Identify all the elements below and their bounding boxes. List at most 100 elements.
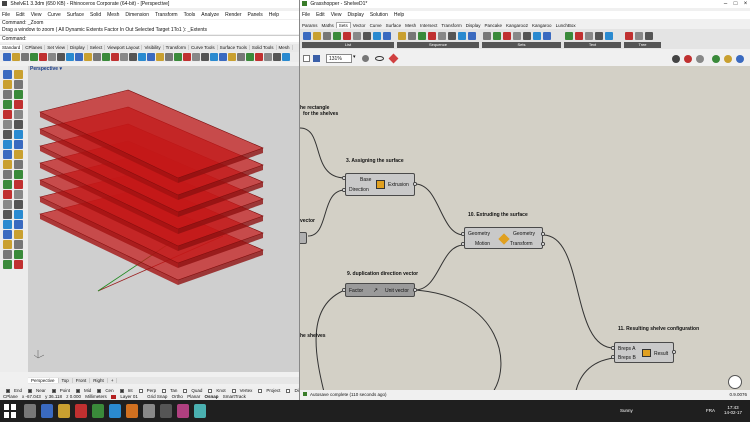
taskbar-app-icon[interactable] [24,404,36,418]
gh-component-icon[interactable] [635,32,643,40]
left-tool-icon[interactable] [3,80,12,89]
gh-component-icon[interactable] [383,32,391,40]
osnap-checkbox[interactable] [208,389,213,393]
osnap-item[interactable]: Project [255,388,280,393]
toolbar-tool-icon[interactable] [48,53,56,61]
gh-component-icon[interactable] [418,32,426,40]
left-tool-icon[interactable] [3,220,12,229]
move-component[interactable]: Geometry Motion Geometry Transform [464,227,543,249]
gh-component-icon[interactable] [585,32,593,40]
left-tool-icon[interactable] [3,210,12,219]
toolbar-tool-icon[interactable] [30,53,38,61]
left-tool-icon[interactable] [3,130,12,139]
status-ortho[interactable]: Ortho [172,394,183,399]
osnap-checkbox[interactable] [51,389,56,393]
globe-color-icon[interactable] [724,55,732,63]
view-tab[interactable]: Perspective [28,378,59,383]
gh-component-icon[interactable] [523,32,531,40]
taskbar-app-icon[interactable] [143,404,155,418]
display-shaded-icon[interactable] [672,55,680,63]
osnap-item[interactable]: End [3,388,22,393]
move-input-geometry[interactable]: Geometry [468,231,490,237]
status-planar[interactable]: Planar [187,394,200,399]
gh-component-icon[interactable] [625,32,633,40]
toolbar-tool-icon[interactable] [102,53,110,61]
zoom-dropdown-icon[interactable]: ▾ [353,54,356,60]
maximize-button[interactable]: □ [731,0,740,8]
gh-menu-item[interactable]: File [302,12,310,18]
taskbar-app-icon[interactable] [41,404,53,418]
start-button-icon[interactable] [4,404,16,418]
gh-tab-maths[interactable]: Maths [320,23,336,28]
move-input-motion[interactable]: Motion [475,241,490,247]
toolbar-tool-icon[interactable] [84,53,92,61]
left-tool-icon[interactable] [14,150,23,159]
taskbar-app-icon[interactable] [92,404,104,418]
gh-component-icon[interactable] [303,32,311,40]
toolbar-tool-icon[interactable] [264,53,272,61]
move-output-transform[interactable]: Transform [510,241,533,247]
left-tool-icon[interactable] [14,120,23,129]
view-tab[interactable]: Right [90,378,108,383]
rhino-menu-item[interactable]: Curve [47,12,60,18]
gh-component-icon[interactable] [398,32,406,40]
taskbar-app-icon[interactable] [177,404,189,418]
taskbar-app-icon[interactable] [126,404,138,418]
osnap-checkbox[interactable] [286,389,291,393]
toolbar-tool-icon[interactable] [246,53,254,61]
gh-menu-item[interactable]: Display [347,12,363,18]
left-tool-icon[interactable] [3,90,12,99]
extrusion-output[interactable]: Extrusion [388,182,409,188]
osnap-checkbox[interactable] [6,389,10,393]
rhino-tab[interactable]: Select [87,45,106,50]
toolbar-tool-icon[interactable] [255,53,263,61]
status-osnap[interactable]: Osnap [204,394,218,399]
left-tool-icon[interactable] [3,150,12,159]
left-tool-icon[interactable] [3,200,12,209]
left-tool-icon[interactable] [14,260,23,269]
toolbar-tool-icon[interactable] [147,53,155,61]
extrusion-input-direction[interactable]: Direction [349,187,369,193]
rhino-menu-item[interactable]: Render [225,12,241,18]
toolbar-tool-icon[interactable] [228,53,236,61]
display-color-icon[interactable] [684,55,692,63]
gh-menu-item[interactable]: Edit [316,12,325,18]
osnap-checkbox[interactable] [162,389,167,393]
left-tool-icon[interactable] [3,230,12,239]
left-tool-icon[interactable] [14,230,23,239]
status-smarttrack[interactable]: SmartTrack [223,394,246,399]
gh-tab-params[interactable]: Params [300,23,320,28]
left-tool-icon[interactable] [14,90,23,99]
left-tool-icon[interactable] [14,200,23,209]
rhino-menu-item[interactable]: Help [269,12,279,18]
osnap-item[interactable]: Quad [180,388,202,393]
osnap-item[interactable]: Knot [205,388,226,393]
toolbar-tool-icon[interactable] [93,53,101,61]
gh-component-icon[interactable] [438,32,446,40]
osnap-item[interactable]: Mid [73,388,91,393]
taskbar-app-icon[interactable] [58,404,70,418]
left-tool-icon[interactable] [14,160,23,169]
osnap-checkbox[interactable] [28,389,33,393]
gh-component-icon[interactable] [493,32,501,40]
move-port-motion-in[interactable] [461,242,465,246]
toolbar-tool-icon[interactable] [57,53,65,61]
gh-component-icon[interactable] [543,32,551,40]
gh-component-icon[interactable] [323,32,331,40]
gh-component-icon[interactable] [333,32,341,40]
left-tool-icon[interactable] [3,190,12,199]
view-tab[interactable]: + [107,378,118,383]
solid-union-component[interactable]: Breps A Breps B Result [614,342,674,363]
move-output-geometry[interactable]: Geometry [513,231,535,237]
toolbar-tool-icon[interactable] [75,53,83,61]
gh-tab-intersect[interactable]: Intersect [418,23,439,28]
left-tool-icon[interactable] [3,240,12,249]
gh-component-icon[interactable] [595,32,603,40]
union-output-result[interactable]: Result [654,351,668,357]
extrusion-component[interactable]: Base Direction Extrusion [345,173,415,196]
toolbar-tool-icon[interactable] [156,53,164,61]
union-port-b[interactable] [611,355,615,359]
rhino-menu-item[interactable]: Analyze [201,12,219,18]
left-tool-icon[interactable] [3,140,12,149]
move-port-geometry-in[interactable] [461,232,465,236]
